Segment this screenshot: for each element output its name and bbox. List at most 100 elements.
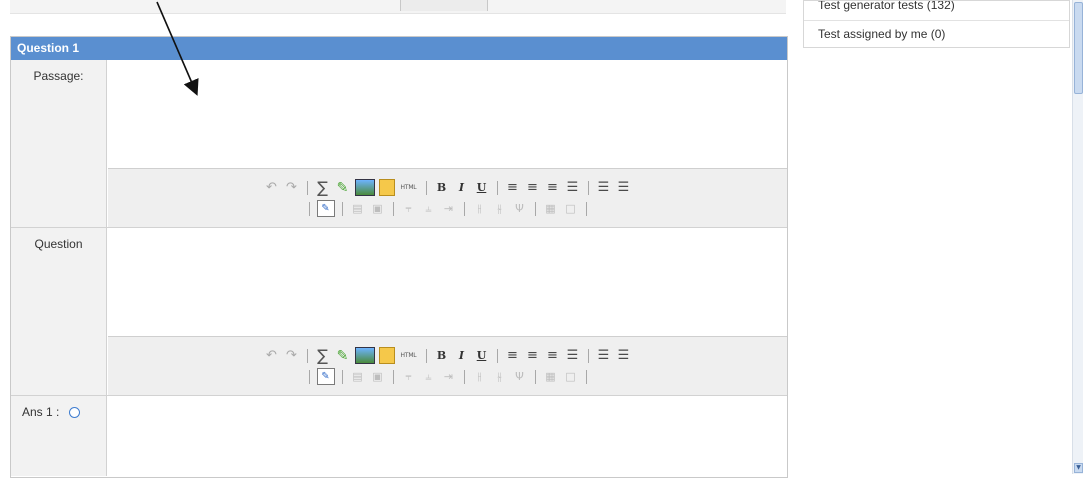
answer-radio[interactable] xyxy=(68,407,80,419)
split-cells-icon[interactable]: □ xyxy=(563,369,579,385)
italic-icon[interactable]: I xyxy=(454,180,470,196)
align-center-icon[interactable]: ≡ xyxy=(525,180,541,196)
passage-toolbar: ↶ ↷ ∑ ✎ HTML B I U ≡ ≡ ≡ ☰ ☰ ☰ ✎ ▤ ▣ ⫧ ⫨… xyxy=(108,168,787,227)
row-after-icon[interactable]: ⫨ xyxy=(421,369,437,385)
italic-icon[interactable]: I xyxy=(454,348,470,364)
toolbar-separator xyxy=(392,201,394,216)
delete-row-icon[interactable]: ⇥ xyxy=(441,369,457,385)
delete-col-icon[interactable]: Ψ xyxy=(512,369,528,385)
justify-icon[interactable]: ☰ xyxy=(565,348,581,364)
toolbar-separator xyxy=(587,180,589,195)
merge-cells-icon[interactable]: ▦ xyxy=(543,201,559,217)
numbered-list-icon[interactable]: ☰ xyxy=(616,180,632,196)
paste-icon[interactable] xyxy=(378,347,395,364)
paste-icon[interactable] xyxy=(378,179,395,196)
undo-icon[interactable]: ↶ xyxy=(264,348,280,364)
toolbar-separator xyxy=(425,180,427,195)
pencil-icon[interactable]: ✎ xyxy=(335,180,351,196)
image-icon[interactable] xyxy=(354,179,375,196)
scroll-down-arrow-icon[interactable]: ▼ xyxy=(1074,463,1083,473)
toolbar-row-1: ↶ ↷ ∑ ✎ HTML B I U ≡ ≡ ≡ ☰ ☰ ☰ xyxy=(264,346,632,365)
align-right-icon[interactable]: ≡ xyxy=(545,180,561,196)
top-tab-stub[interactable] xyxy=(400,0,488,11)
bullet-list-icon[interactable]: ☰ xyxy=(596,348,612,364)
side-item-assigned-by-me[interactable]: Test assigned by me (0) xyxy=(804,21,1069,47)
side-panel: Test generator tests (132) Test assigned… xyxy=(803,0,1070,48)
align-left-icon[interactable]: ≡ xyxy=(505,180,521,196)
toolbar-row-2: ✎ ▤ ▣ ⫧ ⫨ ⇥ ⫲ ⫳ Ψ ▦ □ xyxy=(306,368,590,386)
question-header: Question 1 xyxy=(11,37,787,60)
align-left-icon[interactable]: ≡ xyxy=(505,348,521,364)
table-props-icon[interactable]: ▣ xyxy=(370,201,386,217)
toolbar-separator xyxy=(425,348,427,363)
redo-icon[interactable]: ↷ xyxy=(284,180,300,196)
toolbar-separator xyxy=(587,348,589,363)
table-icon[interactable]: ▤ xyxy=(350,201,366,217)
underline-icon[interactable]: U xyxy=(474,180,490,196)
merge-cells-icon[interactable]: ▦ xyxy=(543,369,559,385)
delete-col-icon[interactable]: Ψ xyxy=(512,201,528,217)
toolbar-separator xyxy=(585,201,587,216)
answer-row: Ans 1 : xyxy=(11,396,787,476)
row-before-icon[interactable]: ⫧ xyxy=(401,369,417,385)
scrollbar-thumb[interactable] xyxy=(1074,2,1083,94)
toolbar-separator xyxy=(496,180,498,195)
sigma-icon[interactable]: ∑ xyxy=(315,178,331,197)
toolbar-separator xyxy=(308,201,310,216)
toolbar-separator xyxy=(341,369,343,384)
passage-row: Passage: ↶ ↷ ∑ ✎ HTML B I U ≡ ≡ ≡ ☰ ☰ ☰ … xyxy=(11,60,787,228)
row-after-icon[interactable]: ⫨ xyxy=(421,201,437,217)
passage-label: Passage: xyxy=(11,60,107,227)
underline-icon[interactable]: U xyxy=(474,348,490,364)
answer-editor xyxy=(108,396,787,476)
toolbar-separator xyxy=(463,201,465,216)
toolbar-separator xyxy=(306,180,308,195)
question-toolbar: ↶ ↷ ∑ ✎ HTML B I U ≡ ≡ ≡ ☰ ☰ ☰ ✎ ▤ ▣ ⫧ ⫨… xyxy=(108,336,787,395)
question-text-area[interactable] xyxy=(108,228,787,336)
bold-icon[interactable]: B xyxy=(434,348,450,364)
justify-icon[interactable]: ☰ xyxy=(565,180,581,196)
split-cells-icon[interactable]: □ xyxy=(563,201,579,217)
passage-text-area[interactable] xyxy=(108,60,787,168)
question-label: Question xyxy=(11,228,107,395)
html-icon[interactable]: HTML xyxy=(399,180,419,196)
toolbar-separator xyxy=(308,369,310,384)
redo-icon[interactable]: ↷ xyxy=(284,348,300,364)
table-props-icon[interactable]: ▣ xyxy=(370,369,386,385)
row-before-icon[interactable]: ⫧ xyxy=(401,201,417,217)
top-strip xyxy=(10,0,786,14)
align-center-icon[interactable]: ≡ xyxy=(525,348,541,364)
col-before-icon[interactable]: ⫲ xyxy=(472,369,488,385)
numbered-list-icon[interactable]: ☰ xyxy=(616,348,632,364)
edit-table-icon[interactable]: ✎ xyxy=(316,200,335,217)
table-icon[interactable]: ▤ xyxy=(350,369,366,385)
toolbar-separator xyxy=(463,369,465,384)
bold-icon[interactable]: B xyxy=(434,180,450,196)
html-icon[interactable]: HTML xyxy=(399,348,419,364)
passage-editor: ↶ ↷ ∑ ✎ HTML B I U ≡ ≡ ≡ ☰ ☰ ☰ ✎ ▤ ▣ ⫧ ⫨… xyxy=(108,60,787,227)
bullet-list-icon[interactable]: ☰ xyxy=(596,180,612,196)
vertical-scrollbar[interactable]: ▼ xyxy=(1072,0,1083,474)
pencil-icon[interactable]: ✎ xyxy=(335,348,351,364)
col-before-icon[interactable]: ⫲ xyxy=(472,201,488,217)
sigma-icon[interactable]: ∑ xyxy=(315,346,331,365)
question-row: Question ↶ ↷ ∑ ✎ HTML B I U ≡ ≡ ≡ ☰ ☰ ☰ … xyxy=(11,228,787,396)
undo-icon[interactable]: ↶ xyxy=(264,180,280,196)
toolbar-separator xyxy=(306,348,308,363)
answer-text-area[interactable] xyxy=(108,396,787,476)
toolbar-separator xyxy=(534,369,536,384)
side-item-test-generator[interactable]: Test generator tests (132) xyxy=(804,1,1069,21)
align-right-icon[interactable]: ≡ xyxy=(545,348,561,364)
toolbar-separator xyxy=(496,348,498,363)
image-icon[interactable] xyxy=(354,347,375,364)
delete-row-icon[interactable]: ⇥ xyxy=(441,201,457,217)
col-after-icon[interactable]: ⫳ xyxy=(492,369,508,385)
toolbar-separator xyxy=(392,369,394,384)
edit-table-icon[interactable]: ✎ xyxy=(316,368,335,385)
answer-label-cell: Ans 1 : xyxy=(11,396,107,476)
col-after-icon[interactable]: ⫳ xyxy=(492,201,508,217)
toolbar-separator xyxy=(585,369,587,384)
side-list: Test generator tests (132) Test assigned… xyxy=(803,0,1070,48)
toolbar-separator xyxy=(341,201,343,216)
toolbar-row-1: ↶ ↷ ∑ ✎ HTML B I U ≡ ≡ ≡ ☰ ☰ ☰ xyxy=(264,178,632,197)
